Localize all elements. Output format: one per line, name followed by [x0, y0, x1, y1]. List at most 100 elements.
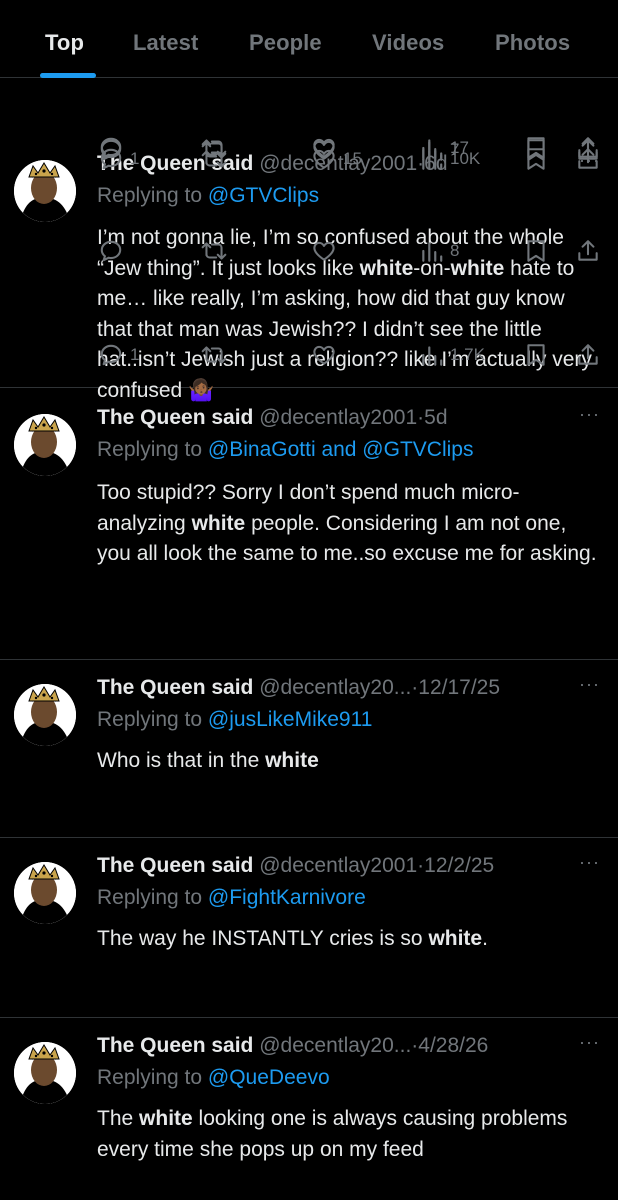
reply-mention[interactable]: @BinaGotti and @GTVClips — [208, 438, 474, 461]
share-button[interactable] — [576, 144, 600, 174]
retweet-icon — [201, 346, 227, 364]
avatar[interactable] — [14, 862, 76, 924]
share-button[interactable] — [576, 236, 600, 266]
reply-icon — [100, 344, 122, 366]
like-icon — [313, 241, 335, 261]
replying-to-label: Replying to — [97, 1066, 208, 1089]
view-count: 10K — [450, 149, 481, 168]
tweet-text: Who is that in the white — [97, 749, 319, 772]
tab-bar: Top Latest People Videos Photos — [0, 0, 618, 78]
tweet-header: The Queen said @decentlay20...·12/17/25 — [97, 676, 500, 700]
bookmark-button[interactable] — [524, 236, 548, 266]
display-name[interactable]: The Queen said — [97, 854, 259, 877]
reply-mention[interactable]: @GTVClips — [208, 184, 319, 207]
more-icon[interactable]: ··· — [579, 674, 600, 695]
tab-photos[interactable]: Photos — [495, 30, 570, 56]
tweet[interactable]: The Queen said @decentlay2001·6d ··· Rep… — [0, 78, 618, 402]
reply-mention[interactable]: @FightKarnivore — [208, 886, 366, 909]
display-name[interactable]: The Queen said — [97, 406, 259, 429]
timestamp[interactable]: 5d — [424, 406, 447, 429]
timestamp[interactable]: 12/2/25 — [424, 854, 494, 877]
views-button[interactable]: 8 — [420, 236, 459, 266]
user-handle[interactable]: @decentlay2001 — [259, 406, 417, 429]
tweet-header: The Queen said @decentlay2001·5d — [97, 406, 448, 430]
tweet[interactable]: The Queen said @decentlay2001·5d ··· Rep… — [0, 240, 618, 660]
bookmark-icon — [527, 344, 545, 366]
reply-count: 1 — [130, 149, 140, 168]
retweet-icon — [201, 242, 227, 260]
reply-count: 1 — [130, 345, 140, 364]
avatar-image — [14, 684, 76, 746]
share-icon — [578, 148, 598, 169]
tweet-header: The Queen said @decentlay2001·12/2/25 — [97, 854, 494, 878]
reply-button[interactable] — [98, 236, 130, 266]
replying-to: Replying to @GTVClips — [97, 184, 319, 208]
tweet-actions: 1 15 10K — [0, 144, 618, 174]
bookmark-button[interactable] — [524, 340, 548, 370]
more-icon[interactable]: ··· — [579, 1032, 600, 1053]
reply-button[interactable]: 1 — [98, 340, 139, 370]
avatar[interactable] — [14, 1042, 76, 1104]
tweet-header: The Queen said @decentlay20...·4/28/26 — [97, 1034, 488, 1058]
avatar[interactable] — [14, 414, 76, 476]
retweet-button[interactable] — [200, 340, 234, 370]
replying-to: Replying to @jusLikeMike911 — [97, 708, 372, 732]
views-icon — [422, 242, 443, 262]
highlighted-word: white — [139, 1107, 193, 1130]
timestamp[interactable]: 12/17/25 — [418, 676, 500, 699]
avatar-image — [14, 1042, 76, 1104]
view-count: 8 — [450, 241, 460, 260]
tweet[interactable]: The Queen said @decentlay20...·12/17/25 … — [0, 139, 618, 838]
tweet[interactable]: The Queen said @decentlay2001·12/2/25 ··… — [0, 137, 618, 1018]
views-icon — [422, 346, 443, 366]
highlighted-word: white — [428, 927, 483, 950]
tweet-actions: 1 1.7K — [0, 340, 618, 370]
user-handle[interactable]: @decentlay2001 — [259, 854, 417, 877]
share-icon — [578, 240, 598, 261]
views-button[interactable]: 10K — [420, 144, 480, 174]
tweet-actions: 8 — [0, 236, 618, 266]
views-button[interactable]: 1.7K — [420, 340, 485, 370]
bookmark-icon — [527, 148, 545, 170]
like-icon — [313, 149, 335, 169]
like-button[interactable]: 15 — [311, 144, 362, 174]
views-icon — [422, 150, 443, 170]
tweet-text: Too stupid?? Sorry I don’t spend much mi… — [97, 481, 597, 565]
reply-mention[interactable]: @QueDeevo — [208, 1066, 330, 1089]
tweet[interactable]: The Queen said @decentlay20...·4/28/26 ·… — [0, 148, 618, 1200]
avatar[interactable] — [14, 684, 76, 746]
timestamp[interactable]: 4/28/26 — [418, 1034, 488, 1057]
replying-to-label: Replying to — [97, 184, 208, 207]
view-count: 1.7K — [450, 345, 485, 364]
replying-to-label: Replying to — [97, 886, 208, 909]
like-button[interactable] — [311, 236, 343, 266]
share-button[interactable] — [576, 340, 600, 370]
display-name[interactable]: The Queen said — [97, 676, 259, 699]
replying-to: Replying to @FightKarnivore — [97, 886, 366, 910]
display-name[interactable]: The Queen said — [97, 1034, 259, 1057]
retweet-button[interactable] — [200, 144, 234, 174]
more-icon[interactable]: ··· — [579, 852, 600, 873]
retweet-button[interactable] — [200, 236, 234, 266]
tab-latest[interactable]: Latest — [133, 30, 198, 56]
avatar-image — [14, 862, 76, 924]
highlighted-word: white — [191, 511, 246, 535]
user-handle[interactable]: @decentlay20... — [259, 1034, 411, 1057]
like-button[interactable] — [311, 340, 343, 370]
reply-mention[interactable]: @jusLikeMike911 — [208, 708, 373, 731]
reply-button[interactable]: 1 — [98, 144, 139, 174]
reply-icon — [100, 148, 122, 170]
tab-people[interactable]: People — [249, 30, 322, 56]
retweet-icon — [201, 150, 227, 168]
like-count: 15 — [343, 149, 362, 168]
highlighted-word: white — [265, 749, 319, 772]
bookmark-icon — [527, 240, 545, 262]
bookmark-button[interactable] — [524, 144, 548, 174]
replying-to-label: Replying to — [97, 438, 208, 461]
tab-top[interactable]: Top — [45, 30, 84, 56]
more-icon[interactable]: ··· — [579, 404, 600, 425]
user-handle[interactable]: @decentlay20... — [259, 676, 411, 699]
tab-videos[interactable]: Videos — [372, 30, 444, 56]
avatar-image — [14, 414, 76, 476]
replying-to: Replying to @BinaGotti and @GTVClips — [97, 438, 473, 462]
